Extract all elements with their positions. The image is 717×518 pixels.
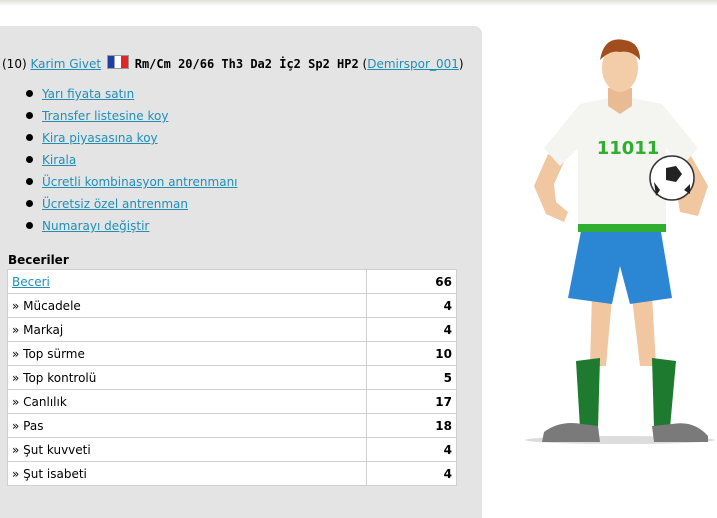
player-figure: 11011 — [525, 39, 715, 444]
skill-label: » Markaj — [7, 317, 367, 342]
right-boot — [652, 423, 708, 442]
table-row: » Top kontrolü 5 — [7, 365, 457, 390]
rent-link[interactable]: Kirala — [42, 153, 76, 167]
skill-label: » Pas — [7, 413, 367, 438]
table-row: » Markaj 4 — [7, 317, 457, 342]
player-stats: Rm/Cm 20/66 Th3 Da2 İç2 Sp2 HP2 — [134, 57, 359, 71]
skill-value: 4 — [366, 317, 457, 342]
skills-title: Beceriler — [8, 253, 69, 267]
list-item: Kira piyasasına koy — [22, 127, 238, 149]
shirt-trim — [578, 224, 666, 232]
sell-half-price-link[interactable]: Yarı fiyata satın — [42, 87, 134, 101]
skill-value: 66 — [366, 269, 457, 294]
player-actions-list: Yarı fiyata satın Transfer listesine koy… — [22, 83, 238, 237]
table-row: » Şut kuvveti 4 — [7, 437, 457, 462]
list-item: Yarı fiyata satın — [22, 83, 238, 105]
left-leg — [590, 294, 612, 366]
paid-combo-training-link[interactable]: Ücretli kombinasyon antrenmanı — [42, 175, 238, 189]
player-header: (10) Karim Givet Rm/Cm 20/66 Th3 Da2 İç2… — [2, 55, 464, 71]
top-bar — [0, 0, 717, 6]
skill-value: 10 — [366, 341, 457, 366]
right-sock — [652, 358, 676, 428]
list-item: Ücretsiz özel antrenman — [22, 193, 238, 215]
skill-value: 4 — [366, 461, 457, 486]
skill-label: » Mücadele — [7, 293, 367, 318]
table-row: » Şut isabeti 4 — [7, 461, 457, 486]
team-link[interactable]: Demirspor_001 — [367, 57, 459, 71]
rent-market-link[interactable]: Kira piyasasına koy — [42, 131, 158, 145]
skill-value: 5 — [366, 365, 457, 390]
table-row: » Pas 18 — [7, 413, 457, 438]
skill-value: 18 — [366, 413, 457, 438]
list-item: Ücretli kombinasyon antrenmanı — [22, 171, 238, 193]
player-name-link[interactable]: Karim Givet — [30, 57, 101, 71]
france-flag-icon — [106, 55, 129, 69]
skill-label: » Top sürme — [7, 341, 367, 366]
shorts — [568, 226, 672, 304]
skill-value: 4 — [366, 437, 457, 462]
left-boot — [542, 423, 600, 442]
team-close-paren: ) — [458, 57, 464, 71]
shirt-logo-text: 11011 — [597, 138, 660, 159]
player-number: (10) — [2, 57, 27, 71]
skill-label: » Top kontrolü — [7, 365, 367, 390]
skills-table: Beceri 66 » Mücadele 4 » Markaj 4 » Top … — [7, 269, 457, 486]
right-leg — [632, 294, 656, 366]
free-special-training-link[interactable]: Ücretsiz özel antrenman — [42, 197, 188, 211]
skill-label: Beceri — [7, 269, 367, 294]
list-item: Transfer listesine koy — [22, 105, 238, 127]
change-number-link[interactable]: Numarayı değiştir — [42, 219, 149, 233]
skill-total-link[interactable]: Beceri — [12, 275, 50, 289]
list-item: Numarayı değiştir — [22, 215, 238, 237]
skill-label: » Canlılık — [7, 389, 367, 414]
table-row: » Canlılık 17 — [7, 389, 457, 414]
skill-value: 17 — [366, 389, 457, 414]
table-row: Beceri 66 — [7, 269, 457, 294]
left-arm — [534, 154, 568, 222]
table-row: » Mücadele 4 — [7, 293, 457, 318]
table-row: » Top sürme 10 — [7, 341, 457, 366]
list-item: Kirala — [22, 149, 238, 171]
skill-label: » Şut isabeti — [7, 461, 367, 486]
left-sock — [576, 358, 600, 428]
skill-label: » Şut kuvveti — [7, 437, 367, 462]
transfer-list-link[interactable]: Transfer listesine koy — [42, 109, 168, 123]
skill-value: 4 — [366, 293, 457, 318]
